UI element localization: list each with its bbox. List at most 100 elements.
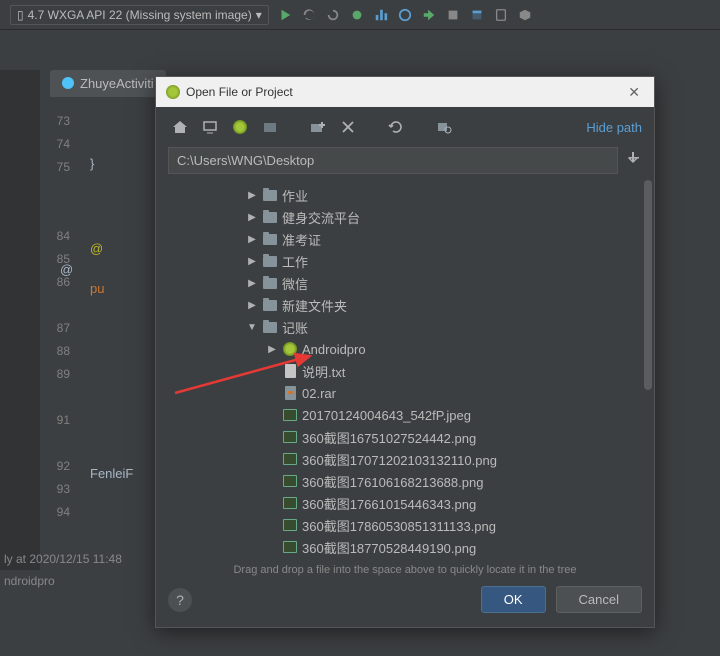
cancel-button[interactable]: Cancel: [556, 586, 642, 613]
expand-arrow-icon[interactable]: ▶: [246, 190, 258, 201]
expand-arrow-icon[interactable]: ▶: [246, 256, 258, 267]
android-studio-icon: [166, 85, 180, 99]
side-panel: [0, 70, 40, 570]
status-project: ndroidpro: [4, 574, 55, 588]
tree-row[interactable]: ▶作业: [156, 184, 654, 206]
hide-path-link[interactable]: Hide path: [586, 120, 642, 135]
expand-arrow-icon[interactable]: ▶: [246, 300, 258, 311]
tree-row[interactable]: ▶ 新建文件夹: [156, 294, 654, 316]
tree-row[interactable]: 02.rar: [156, 382, 654, 404]
folder-icon: [262, 320, 278, 334]
expand-arrow-icon[interactable]: ▶: [246, 212, 258, 223]
avd-icon[interactable]: [493, 7, 509, 23]
img-icon: [282, 518, 298, 532]
dialog-title: Open File or Project: [186, 85, 293, 99]
file-icon: [282, 364, 298, 378]
as-icon: [282, 342, 298, 356]
file-tree[interactable]: ▶作业▶健身交流平台▶准考证▶工作▶微信▶新建文件夹▼记账▶Androidpro…: [156, 180, 654, 558]
path-input[interactable]: [168, 147, 618, 174]
dialog-titlebar: Open File or Project ✕: [156, 77, 654, 107]
tree-row[interactable]: ▶ 健身交流平台: [156, 206, 654, 228]
device-icon: ▯: [17, 8, 24, 22]
tree-row[interactable]: 说明.txt: [156, 360, 654, 382]
expand-arrow-icon[interactable]: ▼: [246, 322, 258, 333]
tree-label: 记账: [282, 318, 308, 337]
new-folder-icon[interactable]: [306, 115, 330, 139]
home-icon[interactable]: [168, 115, 192, 139]
folder-icon: [262, 188, 278, 202]
folder-icon: [262, 276, 278, 290]
img-icon: [282, 540, 298, 554]
module-icon[interactable]: [258, 115, 282, 139]
help-button[interactable]: ?: [168, 588, 192, 612]
tree-label: 360截图17071202103132110.png: [302, 450, 497, 469]
project-icon[interactable]: [228, 115, 252, 139]
tree-row[interactable]: ▼ 记账: [156, 316, 654, 338]
stop-icon[interactable]: [445, 7, 461, 23]
tree-label: Androidpro: [302, 342, 366, 357]
tree-row[interactable]: ▶工作: [156, 250, 654, 272]
tree-label: 360截图16751027524442.png: [302, 428, 476, 447]
run-icon[interactable]: [277, 7, 293, 23]
open-file-dialog: Open File or Project ✕ Hide path ▶作业▶健身交…: [155, 76, 655, 628]
tree-row[interactable]: ▶ 微信: [156, 272, 654, 294]
delete-icon[interactable]: [336, 115, 360, 139]
tab-label: ZhuyeActiviti: [80, 76, 154, 91]
profile-icon[interactable]: [373, 7, 389, 23]
status-time: ly at 2020/12/15 11:48: [4, 552, 122, 566]
tree-label: 准考证: [282, 230, 321, 249]
tree-row[interactable]: 360截图17071202103132110.png: [156, 448, 654, 470]
device-selector[interactable]: ▯ 4.7 WXGA API 22 (Missing system image)…: [10, 5, 269, 25]
tree-label: 360截图18770528449190.png: [302, 538, 476, 557]
attach-icon[interactable]: [421, 7, 437, 23]
tree-row[interactable]: 360截图16751027524442.png: [156, 426, 654, 448]
history-icon[interactable]: [626, 150, 642, 171]
gutter: 737475848586 878889 91929394: [50, 110, 70, 524]
sdk-icon[interactable]: [517, 7, 533, 23]
dialog-footer: ? OK Cancel: [156, 578, 654, 627]
scrollbar-thumb[interactable]: [644, 180, 652, 390]
expand-arrow-icon[interactable]: ▶: [246, 278, 258, 289]
code-area: } @ @ pu d. tv_quxia FenleiF: [90, 110, 133, 481]
restart-icon[interactable]: [325, 7, 341, 23]
tab-zhuye[interactable]: ZhuyeActiviti: [50, 70, 166, 97]
ok-button[interactable]: OK: [481, 586, 546, 613]
tree-row[interactable]: ▶ 准考证: [156, 228, 654, 250]
drop-hint: Drag and drop a file into the space abov…: [156, 558, 654, 578]
img-icon: [282, 452, 298, 466]
expand-arrow-icon[interactable]: ▶: [266, 344, 278, 355]
img-icon: [282, 430, 298, 444]
apply-changes-icon[interactable]: [301, 7, 317, 23]
tree-label: 微信: [282, 274, 308, 293]
img-icon: [282, 496, 298, 510]
tree-label: 02.rar: [302, 386, 336, 401]
close-icon[interactable]: ✕: [624, 84, 644, 101]
tree-row[interactable]: 360截图17860530851311133.png: [156, 514, 654, 536]
desktop-icon[interactable]: [198, 115, 222, 139]
img-icon: [282, 408, 298, 422]
tree-row[interactable]: 360截图17661015446343.png: [156, 492, 654, 514]
tree-label: 新建文件夹: [282, 296, 347, 315]
ide-toolbar: ▯ 4.7 WXGA API 22 (Missing system image)…: [0, 0, 720, 30]
show-hidden-icon[interactable]: [432, 115, 456, 139]
tree-label: 360截图17860530851311133.png: [302, 516, 496, 535]
tree-row[interactable]: 360截图18770528449190.png: [156, 536, 654, 558]
tree-label: 20170124004643_542fP.jpeg: [302, 408, 471, 423]
tree-label: 360截图17661015446343.png: [302, 494, 476, 513]
profiler-icon[interactable]: [397, 7, 413, 23]
path-row: [156, 147, 654, 174]
debug-icon[interactable]: [349, 7, 365, 23]
scrollbar[interactable]: [644, 180, 652, 558]
tree-row[interactable]: 360截图176106168213688.png: [156, 470, 654, 492]
dialog-toolbar: Hide path: [156, 107, 654, 147]
refresh-icon[interactable]: [384, 115, 408, 139]
chevron-down-icon: ▾: [256, 8, 262, 22]
sync-icon[interactable]: [469, 7, 485, 23]
tree-row[interactable]: 20170124004643_542fP.jpeg: [156, 404, 654, 426]
tree-row[interactable]: ▶ Androidpro: [156, 338, 654, 360]
tree-label: 健身交流平台: [282, 208, 360, 227]
expand-arrow-icon[interactable]: ▶: [246, 234, 258, 245]
rar-icon: [282, 386, 298, 400]
folder-icon: [262, 298, 278, 312]
folder-icon: [262, 232, 278, 246]
